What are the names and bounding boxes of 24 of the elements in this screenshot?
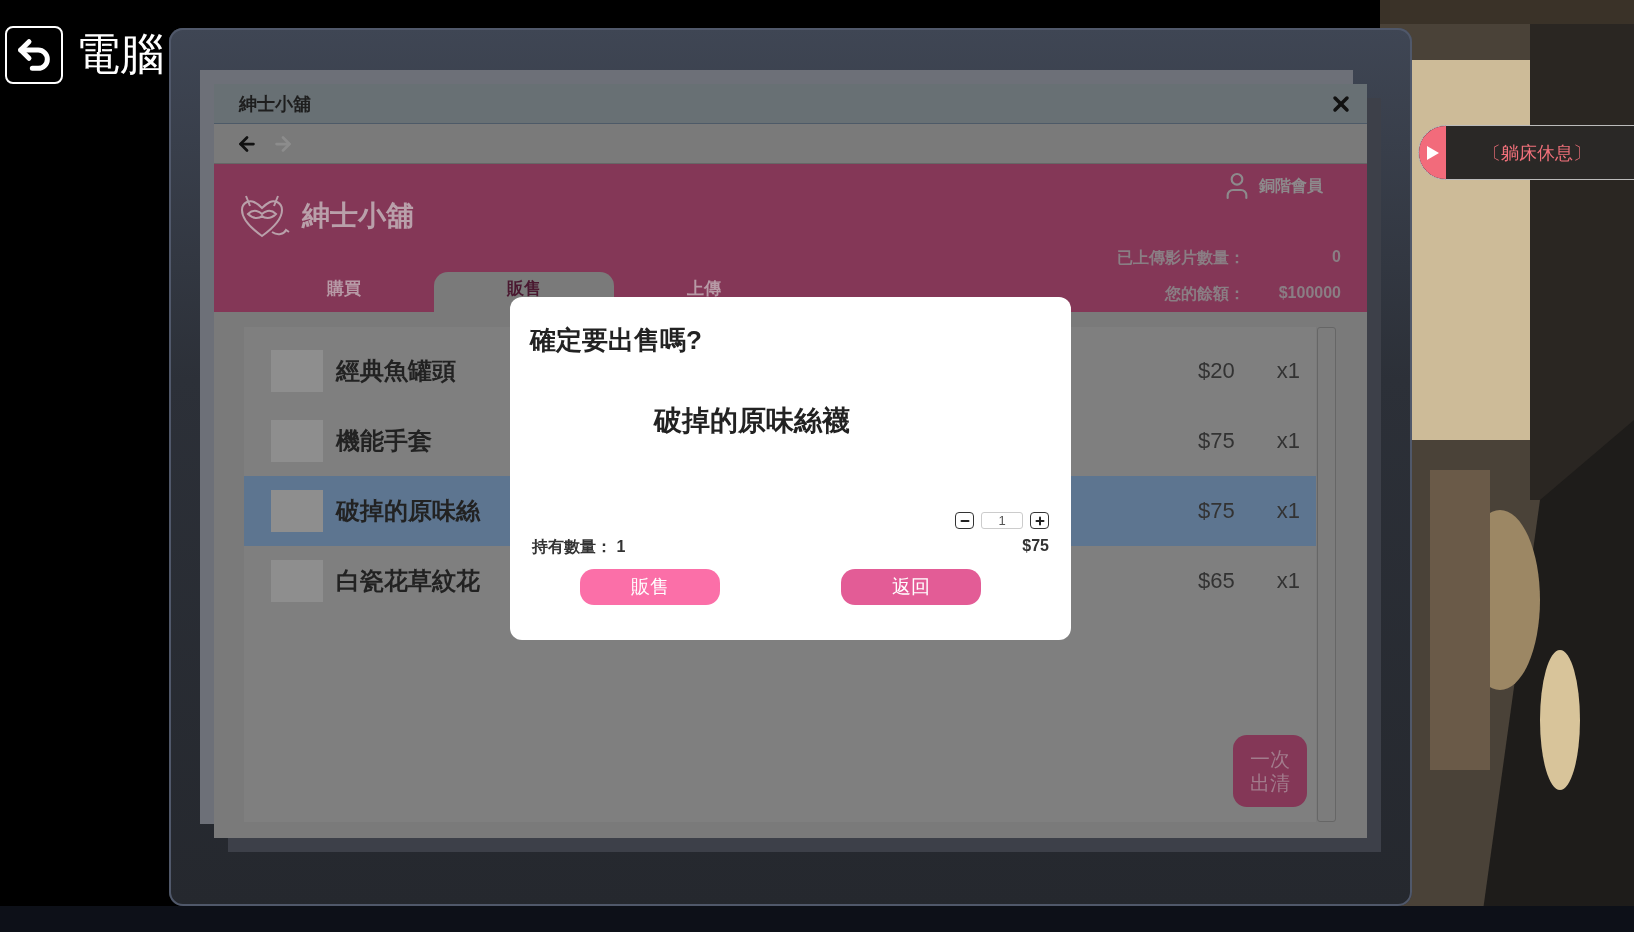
stat-value: $100000 bbox=[1277, 284, 1341, 303]
location-label: 電腦 bbox=[76, 28, 164, 80]
stat-value: 0 bbox=[1331, 248, 1341, 267]
member-level: 銅階會員 bbox=[1259, 175, 1323, 196]
dialog-item-name: 破掉的原味絲襪 bbox=[654, 404, 850, 438]
item-name: 白瓷花草紋花 bbox=[336, 566, 480, 596]
stat-label: 已上傳影片數量： bbox=[1117, 248, 1245, 268]
item-quantity: x1 bbox=[1276, 498, 1300, 524]
item-price: $75 bbox=[1198, 498, 1235, 524]
item-price: $65 bbox=[1198, 568, 1235, 594]
total-price: $75 bbox=[1022, 537, 1049, 556]
shop-name: 紳士小舖 bbox=[302, 199, 414, 233]
item-name: 經典魚罐頭 bbox=[336, 356, 456, 386]
item-quantity: x1 bbox=[1276, 358, 1300, 384]
stat-label: 您的餘額： bbox=[1163, 284, 1245, 304]
item-quantity: x1 bbox=[1276, 428, 1300, 454]
dialog-title: 確定要出售嗎? bbox=[530, 324, 703, 357]
item-name: 機能手套 bbox=[336, 426, 432, 456]
item-price: $20 bbox=[1198, 358, 1235, 384]
window-title: 紳士小舖 bbox=[239, 92, 311, 116]
owned-count: 持有數量： 1 bbox=[532, 537, 626, 557]
item-price: $75 bbox=[1198, 428, 1235, 454]
item-name: 破掉的原味絲 bbox=[336, 496, 480, 526]
item-quantity: x1 bbox=[1276, 568, 1300, 594]
